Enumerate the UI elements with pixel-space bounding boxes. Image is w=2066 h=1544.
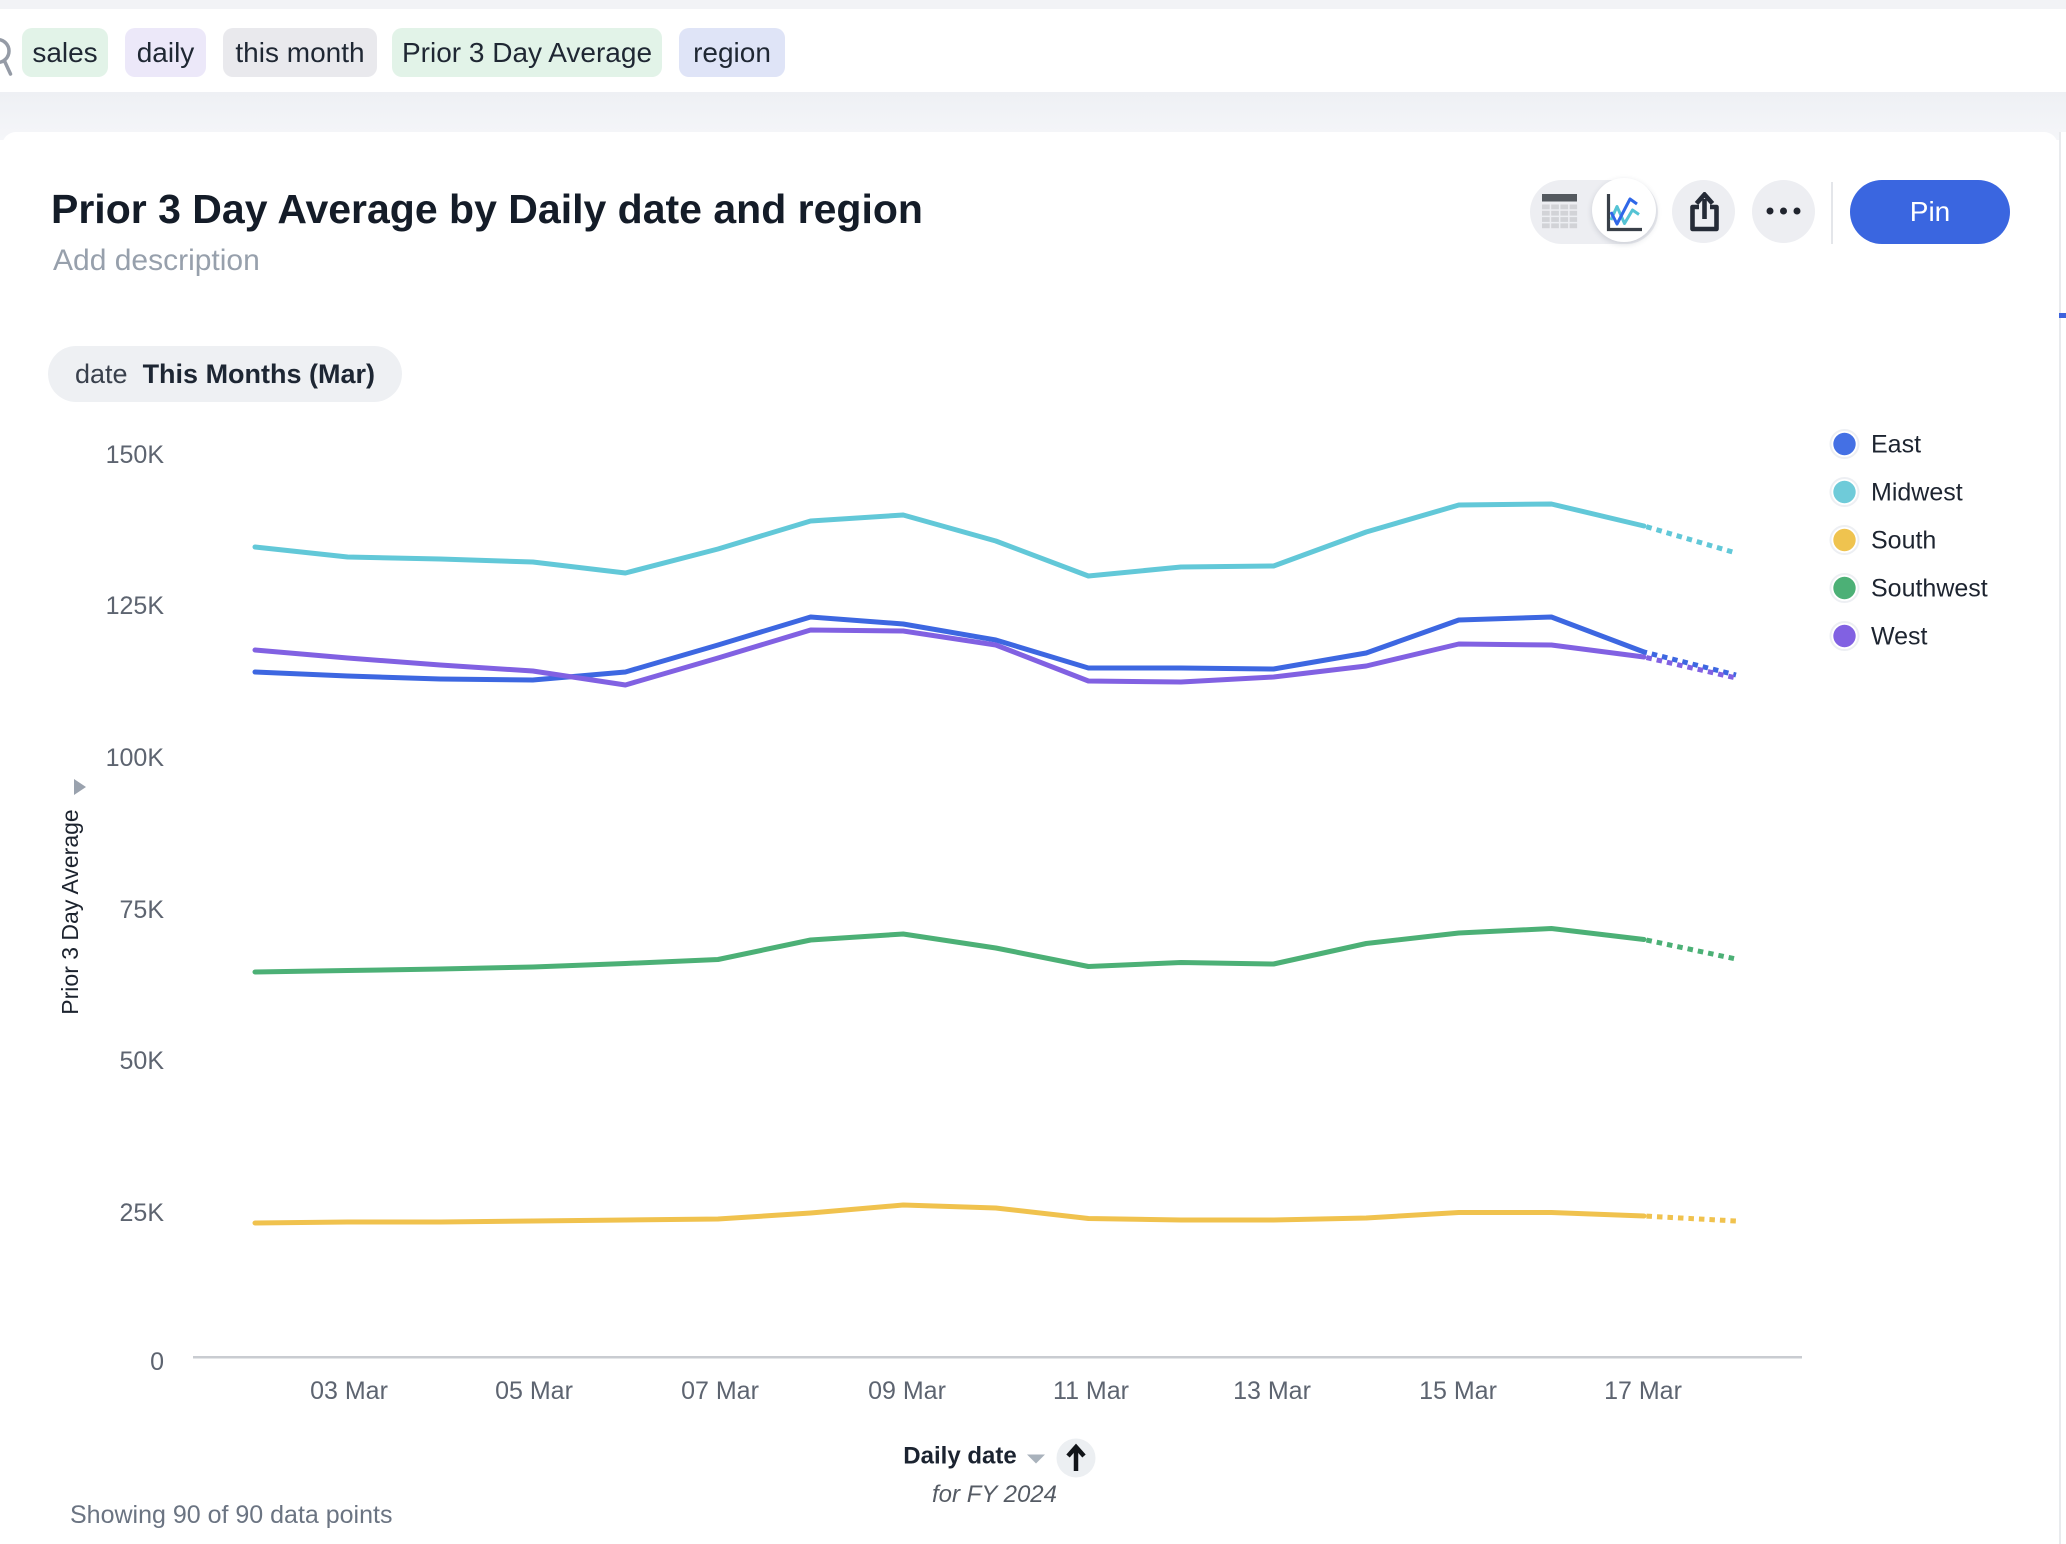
svg-text:09 Mar: 09 Mar (868, 1377, 946, 1405)
svg-text:0: 0 (150, 1348, 164, 1376)
svg-text:Southwest: Southwest (1871, 575, 1988, 603)
svg-text:03 Mar: 03 Mar (310, 1377, 388, 1405)
svg-text:75K: 75K (120, 896, 165, 924)
svg-text:West: West (1871, 623, 1928, 651)
svg-text:50K: 50K (120, 1047, 165, 1075)
svg-text:Showing 90 of 90 data points: Showing 90 of 90 data points (70, 1501, 392, 1529)
svg-text:15 Mar: 15 Mar (1419, 1377, 1497, 1405)
svg-text:25K: 25K (120, 1199, 165, 1227)
svg-text:East: East (1871, 431, 1921, 459)
svg-text:17 Mar: 17 Mar (1604, 1377, 1682, 1405)
svg-text:Midwest: Midwest (1871, 479, 1963, 507)
svg-text:125K: 125K (106, 592, 165, 620)
svg-text:Prior 3 Day Average: Prior 3 Day Average (57, 809, 83, 1014)
svg-text:05 Mar: 05 Mar (495, 1377, 573, 1405)
svg-text:150K: 150K (106, 441, 165, 469)
svg-text:13 Mar: 13 Mar (1233, 1377, 1311, 1405)
svg-text:100K: 100K (106, 744, 165, 772)
svg-text:Daily date: Daily date (903, 1443, 1016, 1470)
svg-text:for FY 2024: for FY 2024 (932, 1481, 1057, 1508)
svg-text:South: South (1871, 527, 1936, 555)
svg-text:11 Mar: 11 Mar (1053, 1377, 1129, 1405)
svg-text:07 Mar: 07 Mar (681, 1377, 759, 1405)
